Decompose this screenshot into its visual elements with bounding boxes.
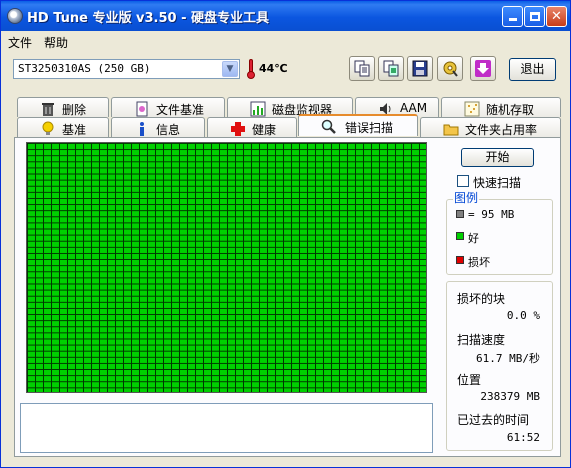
lightbulb-icon bbox=[42, 121, 54, 135]
maximize-icon bbox=[530, 12, 540, 21]
tab-aam-label: AAM bbox=[400, 101, 428, 115]
tab-benchmark-label: 基准 bbox=[62, 123, 87, 137]
save-button[interactable] bbox=[407, 56, 433, 81]
quick-scan-label: 快速扫描 bbox=[473, 176, 522, 190]
tab-health[interactable]: 健康 bbox=[207, 117, 297, 137]
tab-erase-label: 删除 bbox=[62, 103, 87, 117]
close-icon: ✕ bbox=[551, 9, 562, 24]
block-swatch bbox=[456, 210, 464, 218]
position-value: 238379 MB bbox=[480, 390, 540, 403]
thermometer-icon bbox=[246, 59, 255, 79]
scan-block-map bbox=[26, 142, 427, 393]
damaged-blocks-label: 损坏的块 bbox=[457, 292, 506, 306]
copy-info-button[interactable] bbox=[349, 56, 375, 81]
tab-error-scan-label: 错误扫描 bbox=[345, 121, 394, 135]
scan-speed-label: 扫描速度 bbox=[457, 333, 506, 347]
copy-screen-button[interactable] bbox=[378, 56, 404, 81]
menu-bar: 文件 帮助 bbox=[1, 31, 570, 50]
minimize-button[interactable] bbox=[502, 6, 523, 27]
tab-folder-usage-label: 文件夹占用率 bbox=[465, 123, 538, 137]
tab-random-access-label: 随机存取 bbox=[486, 103, 535, 117]
legend-title: 图例 bbox=[453, 189, 480, 206]
scan-log[interactable] bbox=[20, 403, 433, 453]
good-swatch bbox=[456, 232, 464, 240]
tab-random-access[interactable]: 随机存取 bbox=[441, 97, 561, 117]
scatter-icon bbox=[464, 101, 480, 117]
tab-error-scan[interactable]: 错误扫描 bbox=[298, 114, 418, 136]
tab-file-benchmark[interactable]: 文件基准 bbox=[111, 97, 225, 117]
bad-swatch bbox=[456, 256, 464, 264]
close-button[interactable]: ✕ bbox=[546, 6, 567, 27]
position-label: 位置 bbox=[457, 373, 482, 387]
tab-info[interactable]: 信息 bbox=[111, 117, 205, 137]
floppy-disk-icon bbox=[412, 60, 428, 77]
minimize-icon bbox=[509, 18, 517, 21]
info-icon bbox=[140, 122, 144, 136]
start-button[interactable]: 开始 bbox=[461, 148, 534, 167]
chevron-down-icon[interactable]: ▼ bbox=[222, 61, 238, 77]
error-scan-panel: 开始 快速扫描 图例 = 95 MB 好 损坏 损坏的块 0.0 % 扫描速度 … bbox=[14, 137, 561, 457]
checkbox-box[interactable] bbox=[457, 175, 469, 187]
hdtune-app-icon bbox=[7, 8, 23, 24]
tools-icon bbox=[443, 61, 458, 77]
damaged-blocks-value: 0.0 % bbox=[506, 309, 540, 322]
copy-text-icon bbox=[354, 60, 370, 77]
tab-benchmark[interactable]: 基准 bbox=[17, 117, 109, 137]
tab-health-label: 健康 bbox=[252, 123, 277, 137]
title-bar[interactable]: HD Tune 专业版 v3.50 - 硬盘专业工具 ✕ bbox=[1, 1, 570, 31]
drive-select[interactable]: ST3250310AS (250 GB) ▼ bbox=[13, 59, 240, 79]
menu-file[interactable]: 文件 bbox=[8, 34, 32, 51]
maximize-button[interactable] bbox=[524, 6, 545, 27]
bar-chart-icon bbox=[250, 101, 266, 117]
elapsed-time-label: 已过去的时间 bbox=[457, 413, 530, 427]
scan-speed-value: 61.7 MB/秒 bbox=[476, 352, 540, 365]
folder-icon bbox=[443, 124, 459, 136]
exit-button[interactable]: 退出 bbox=[509, 58, 556, 81]
drive-select-value: ST3250310AS (250 GB) bbox=[18, 62, 151, 75]
tab-file-benchmark-label: 文件基准 bbox=[156, 103, 205, 117]
app-window: HD Tune 专业版 v3.50 - 硬盘专业工具 ✕ 文件 帮助 ST325… bbox=[0, 0, 571, 468]
download-button[interactable] bbox=[470, 56, 496, 81]
download-arrow-icon bbox=[475, 60, 491, 77]
toolbar: ST3250310AS (250 GB) ▼ 44℃ 退出 bbox=[1, 50, 570, 90]
menu-help[interactable]: 帮助 bbox=[44, 34, 68, 51]
temperature-readout: 44℃ bbox=[259, 62, 288, 75]
options-button[interactable] bbox=[437, 56, 463, 81]
tab-folder-usage[interactable]: 文件夹占用率 bbox=[420, 117, 561, 137]
red-cross-icon bbox=[231, 122, 245, 136]
window-title: HD Tune 专业版 v3.50 - 硬盘专业工具 bbox=[27, 11, 270, 26]
tab-info-label: 信息 bbox=[156, 123, 181, 137]
magnifier-icon bbox=[321, 119, 336, 134]
stopwatch-doc-icon bbox=[136, 101, 148, 117]
elapsed-time-value: 61:52 bbox=[506, 431, 540, 444]
trash-icon bbox=[42, 103, 54, 116]
copy-screen-icon bbox=[383, 60, 399, 77]
tab-erase[interactable]: 删除 bbox=[17, 97, 109, 117]
